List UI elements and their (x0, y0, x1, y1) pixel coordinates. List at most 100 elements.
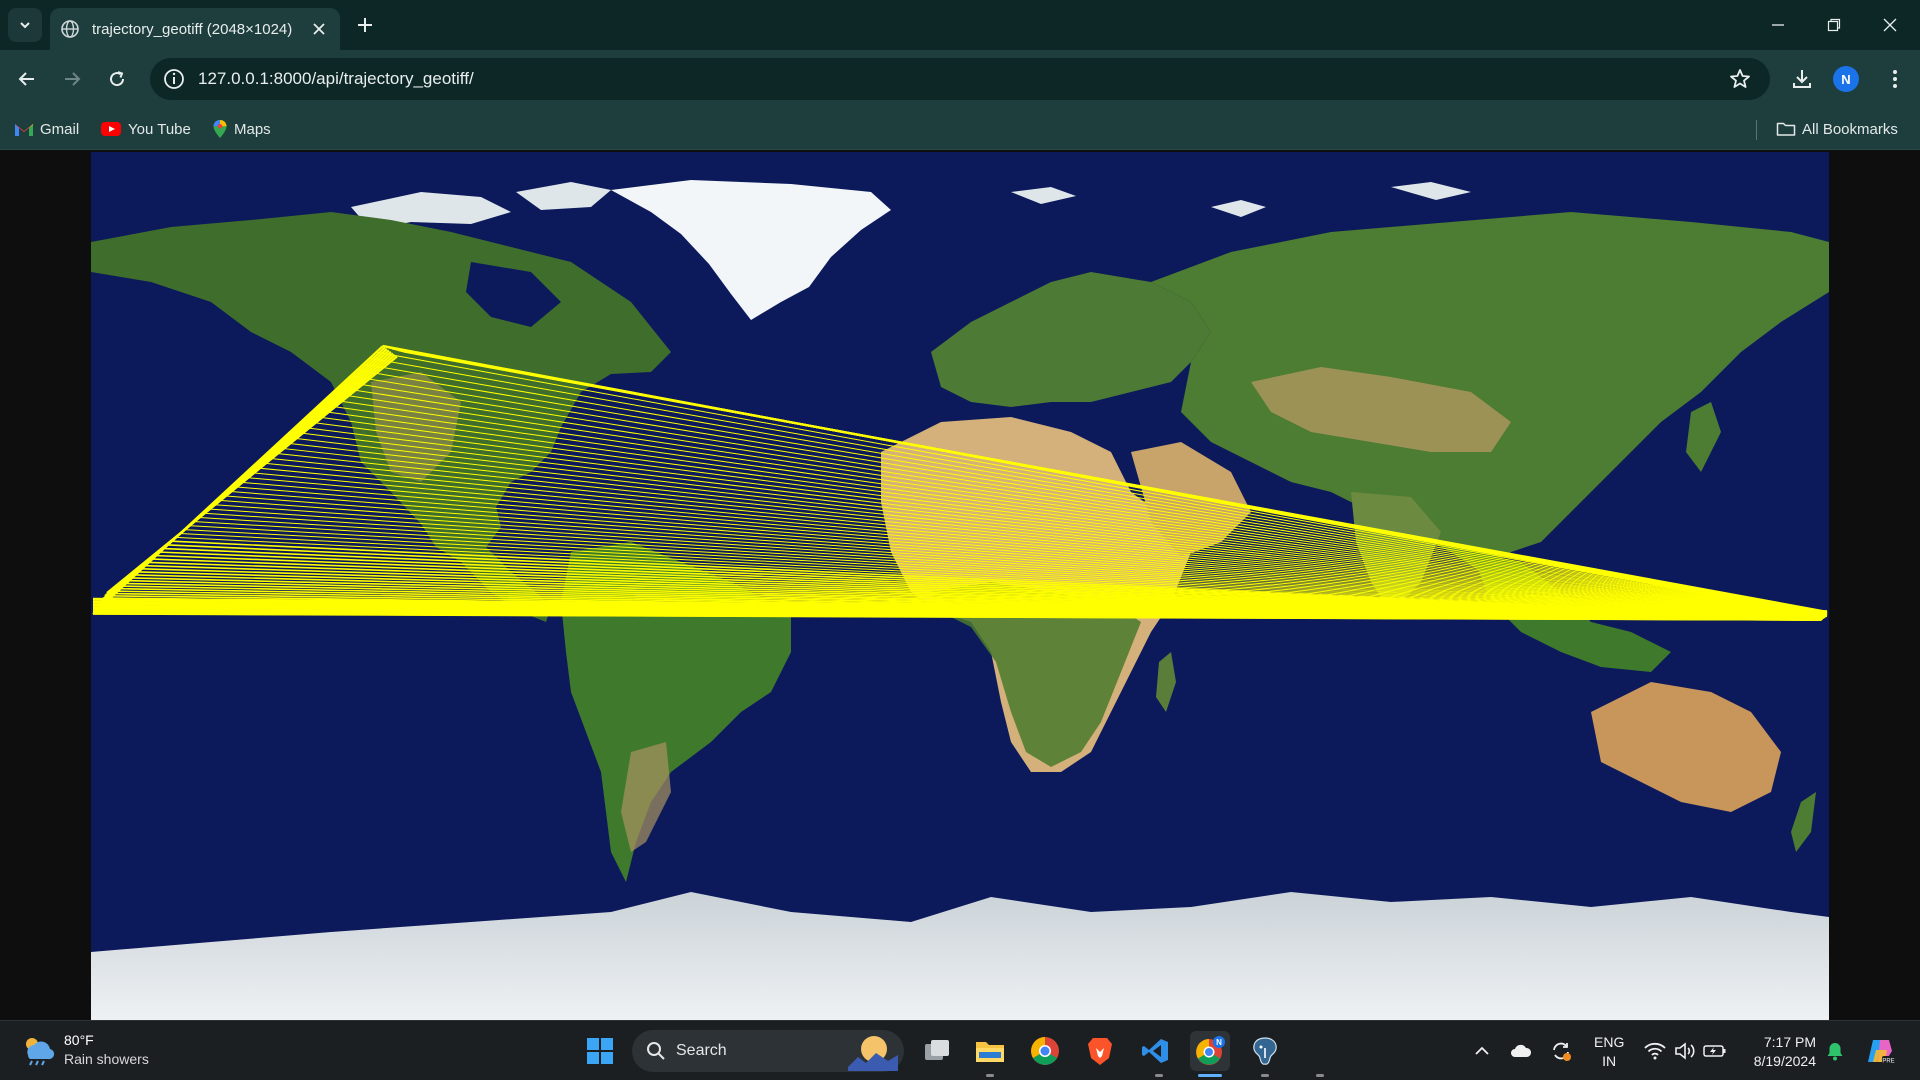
forward-button[interactable] (57, 64, 87, 94)
download-icon (1793, 70, 1811, 88)
reload-button[interactable] (102, 64, 132, 94)
search-highlight-icon (848, 1036, 898, 1071)
menu-button[interactable] (1880, 64, 1910, 94)
bookmark-gmail[interactable]: Gmail (14, 118, 79, 140)
close-icon (1883, 18, 1897, 32)
arrow-left-icon (18, 72, 34, 86)
folder-icon (1776, 122, 1796, 136)
battery-button[interactable] (1702, 1037, 1728, 1065)
battery-charging-icon (1703, 1045, 1726, 1057)
task-view-icon (925, 1040, 949, 1060)
copilot-icon: PRE (1868, 1040, 1895, 1065)
minimize-icon (1772, 24, 1784, 26)
onedrive-button[interactable] (1508, 1037, 1534, 1065)
tab-search-button[interactable] (8, 8, 42, 42)
tab-title: trajectory_geotiff (2048×1024) (92, 20, 293, 38)
tab-strip: trajectory_geotiff (2048×1024) (0, 0, 1920, 50)
bookmarks-bar: Gmail You Tube Maps All Bookmarks (0, 108, 1920, 150)
bookmark-label: Gmail (40, 120, 80, 138)
file-explorer-icon (976, 1042, 1004, 1062)
sync-button[interactable] (1548, 1037, 1574, 1065)
region-code: IN (1602, 1053, 1617, 1069)
active-indicator (1198, 1074, 1222, 1077)
taskbar: 80°F Rain showers Search N ENG IN 7:17 P… (0, 1020, 1920, 1080)
weather-condition: Rain showers (64, 1051, 149, 1067)
volume-button[interactable] (1672, 1037, 1698, 1065)
vscode-icon (1142, 1039, 1168, 1063)
running-indicator (986, 1074, 994, 1077)
all-bookmarks-label: All Bookmarks (1802, 120, 1898, 138)
browser-toolbar (0, 50, 1920, 108)
new-tab-button[interactable] (354, 14, 376, 36)
svg-text:N: N (1216, 1038, 1222, 1047)
bell-icon (1827, 1043, 1843, 1061)
copilot-button[interactable]: PRE (1862, 1037, 1898, 1065)
chevron-up-icon (1475, 1046, 1489, 1055)
restore-button[interactable] (1820, 12, 1848, 38)
globe-icon (61, 20, 79, 38)
bookmarks-divider (1756, 120, 1757, 140)
chevron-down-icon (20, 22, 30, 29)
clock-date: 8/19/2024 (1753, 1053, 1816, 1069)
weather-temperature: 80°F (64, 1032, 94, 1048)
bookmark-youtube[interactable]: You Tube (100, 118, 191, 140)
restore-icon (1827, 18, 1841, 32)
windows-start-icon (587, 1038, 613, 1064)
language-code: ENG (1594, 1034, 1625, 1050)
rain-cloud-icon (26, 1038, 55, 1066)
clock-time: 7:17 PM (1763, 1034, 1816, 1050)
language-indicator[interactable]: ENG IN (1594, 1033, 1624, 1071)
close-window-button[interactable] (1876, 12, 1904, 38)
profile-avatar[interactable]: N (1833, 66, 1859, 92)
notifications-button[interactable] (1823, 1037, 1847, 1065)
brave-icon (1088, 1038, 1112, 1065)
tab-close-button[interactable] (308, 18, 330, 40)
arrow-right-icon (65, 72, 81, 86)
bookmark-label: Maps (234, 120, 271, 138)
maps-icon (213, 120, 227, 138)
plus-icon (358, 18, 372, 32)
start-button[interactable] (580, 1031, 620, 1071)
downloads-button[interactable] (1787, 64, 1817, 94)
chrome-icon (1031, 1037, 1059, 1065)
bookmark-star-icon[interactable] (1728, 67, 1752, 91)
chrome-profile-button[interactable]: N (1190, 1031, 1230, 1071)
bookmark-maps[interactable]: Maps (212, 118, 271, 140)
back-button[interactable] (12, 64, 42, 94)
weather-widget[interactable]: 80°F Rain showers (20, 1031, 149, 1069)
vscode-button[interactable] (1135, 1031, 1175, 1071)
task-view-button[interactable] (917, 1031, 957, 1071)
file-explorer-button[interactable] (970, 1031, 1010, 1071)
cloud-icon (1511, 1044, 1532, 1057)
site-info-icon[interactable] (162, 67, 186, 91)
gmail-icon (15, 124, 33, 136)
chrome-button[interactable] (1025, 1031, 1065, 1071)
close-icon (313, 23, 325, 35)
svg-text:PRE: PRE (1882, 1059, 1894, 1065)
url-input[interactable] (198, 69, 1598, 89)
sync-icon (1553, 1042, 1571, 1061)
system-clock[interactable]: 7:17 PM 8/19/2024 (1740, 1033, 1816, 1071)
youtube-icon (101, 122, 121, 136)
taskbar-search[interactable]: Search (632, 1030, 904, 1072)
wifi-icon (1644, 1042, 1666, 1060)
show-hidden-icons-button[interactable] (1470, 1037, 1494, 1065)
kebab-menu-icon (1893, 70, 1897, 88)
speaker-icon (1675, 1042, 1695, 1060)
bookmark-label: You Tube (128, 120, 191, 138)
page-viewport (0, 150, 1920, 1020)
running-indicator (1155, 1074, 1163, 1077)
search-label: Search (676, 1042, 727, 1059)
reload-icon (110, 71, 125, 87)
brave-button[interactable] (1080, 1031, 1120, 1071)
address-bar[interactable] (150, 58, 1770, 100)
search-icon (647, 1042, 665, 1060)
wifi-button[interactable] (1642, 1037, 1668, 1065)
trajectory-map-image (91, 152, 1829, 1020)
postgresql-button[interactable] (1245, 1031, 1285, 1071)
running-indicator (1316, 1074, 1324, 1077)
minimize-button[interactable] (1764, 12, 1792, 38)
tab-active[interactable]: trajectory_geotiff (2048×1024) (50, 8, 340, 50)
all-bookmarks-button[interactable]: All Bookmarks (1776, 118, 1898, 140)
running-indicator (1261, 1074, 1269, 1077)
